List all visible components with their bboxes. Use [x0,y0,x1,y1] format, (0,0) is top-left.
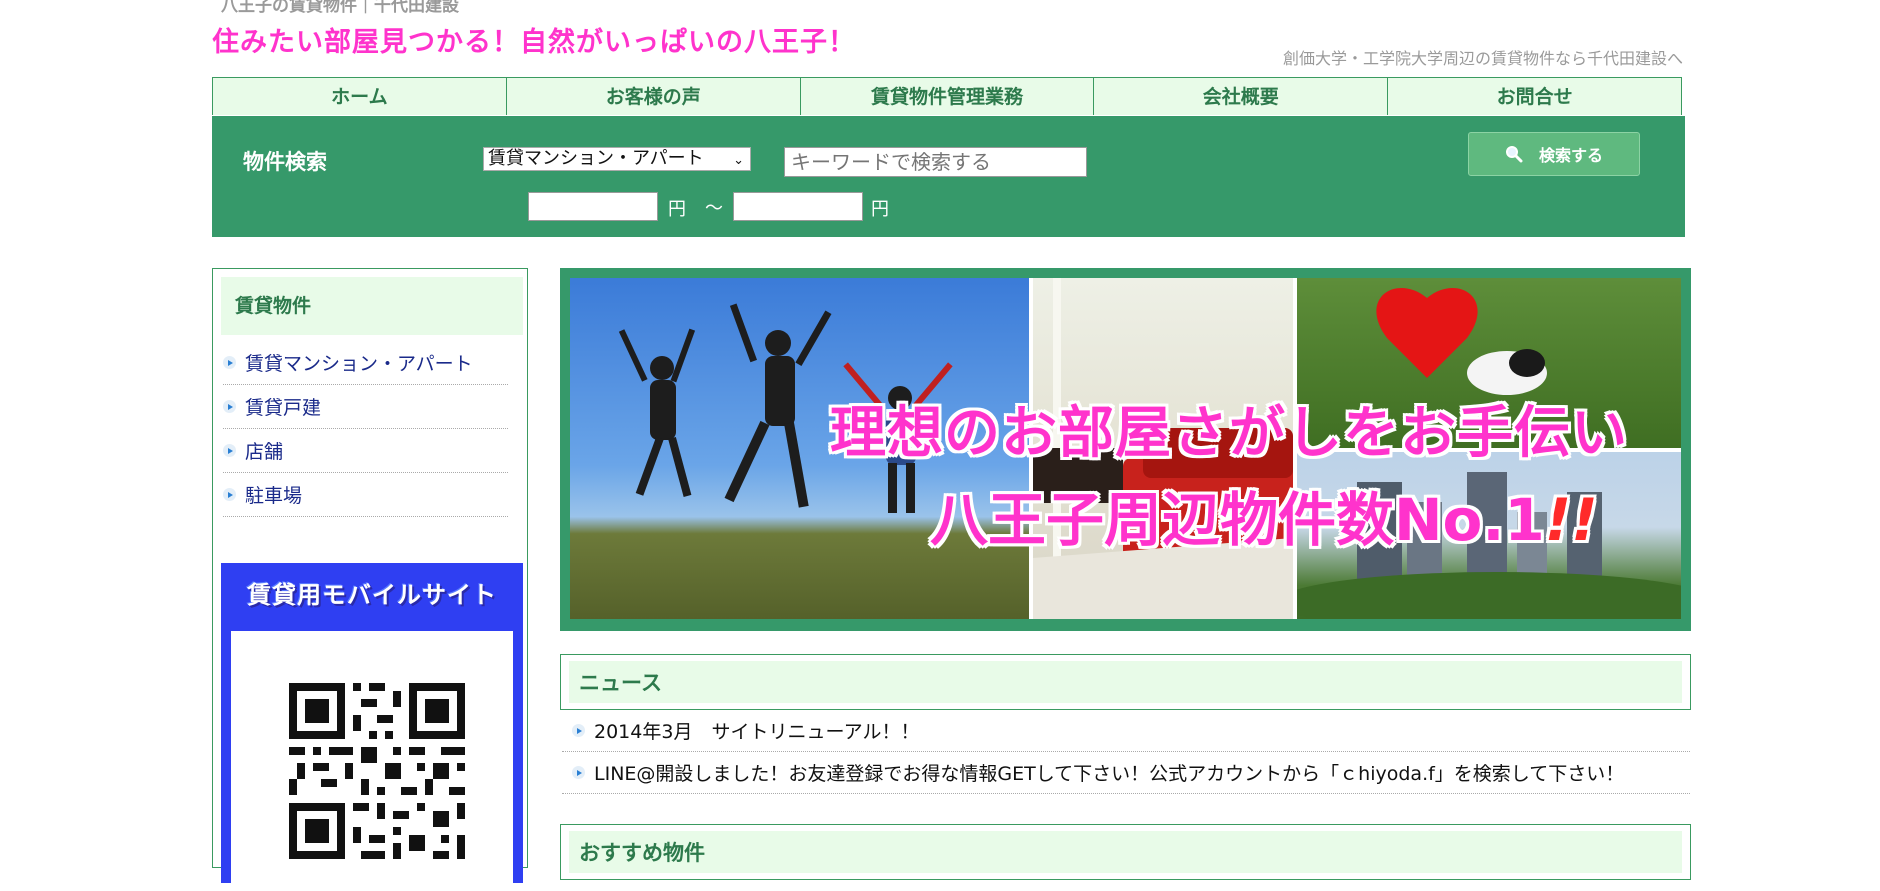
chevron-down-icon: ⌄ [733,153,744,168]
arrow-bullet-icon [223,444,236,457]
price-max-input[interactable] [733,192,863,221]
news-section-header: ニュース [560,654,1691,710]
arrow-bullet-icon [572,724,585,737]
search-button-label: 検索する [1538,146,1603,165]
recommended-heading: おすすめ物件 [569,831,1682,873]
yen-label-max: 円 [871,199,889,220]
property-type-value: 賃貸マンション・アパート [488,148,704,169]
banner-headline-2: 八王子周辺物件数No.1!! [930,473,1598,557]
banner-exclamation: !! [1544,486,1598,554]
sidebar-list: 賃貸マンション・アパート 賃貸戸建 店舗 駐車場 [223,341,508,517]
news-item-text: 2014年3月 サイトリニューアル！！ [594,721,920,743]
arrow-bullet-icon [572,766,585,779]
sidebar: 賃貸物件 賃貸マンション・アパート 賃貸戸建 店舗 駐車場 賃貸用モバイルサイト [212,268,528,891]
price-range-separator: ～ [705,198,723,219]
keyword-search-input[interactable] [784,147,1087,177]
sidebar-item-label: 賃貸マンション・アパート [245,353,473,375]
arrow-bullet-icon [223,400,236,413]
recommended-section-header: おすすめ物件 [560,824,1691,880]
header-right-text: 創価大学・工学院大学周辺の賃貸物件なら千代田建設へ [1282,49,1683,68]
arrow-bullet-icon [223,356,236,369]
news-list: 2014年3月 サイトリニューアル！！ LINE@開設しました！お友達登録でお得… [562,710,1690,794]
magnifier-icon [1505,146,1523,163]
price-min-input[interactable] [528,192,658,221]
mobile-site-title: 賃貸用モバイルサイト [247,581,497,609]
sidebar-item-parking[interactable]: 駐車場 [223,473,508,517]
news-item[interactable]: 2014年3月 サイトリニューアル！！ [562,710,1690,752]
sidebar-item-house[interactable]: 賃貸戸建 [223,385,508,429]
qr-code-panel [231,631,513,891]
sidebar-item-store[interactable]: 店舗 [223,429,508,473]
news-heading: ニュース [569,661,1682,703]
nav-property-management[interactable]: 賃貸物件管理業務 [799,78,1094,115]
qr-code-image [289,683,465,859]
hero-banner[interactable]: 理想のお部屋さがしをお手伝い 八王子周辺物件数No.1!! [560,268,1691,631]
nav-customer-voice[interactable]: お客様の声 [505,78,800,115]
news-item[interactable]: LINE@開設しました！お友達登録でお得な情報GETして下さい！公式アカウントか… [562,752,1690,794]
nav-home[interactable]: ホーム [213,78,506,115]
property-type-select[interactable]: 賃貸マンション・アパート ⌄ [483,147,751,171]
search-title: 物件検索 [243,150,327,174]
sidebar-heading: 賃貸物件 [221,277,523,335]
site-top-tag: 八王子の賃貸物件｜千代田建設 [221,0,459,16]
sidebar-item-label: 賃貸戸建 [245,397,322,419]
search-button[interactable]: 検索する [1468,132,1640,176]
news-item-text: LINE@開設しました！お友達登録でお得な情報GETして下さい！公式アカウントか… [594,763,1625,785]
banner-headline-2-text: 八王子周辺物件数No.1 [930,486,1545,554]
sidebar-item-mansion[interactable]: 賃貸マンション・アパート [223,341,508,385]
site-tagline[interactable]: 住みたい部屋見つかる！自然がいっぱいの八王子！ [212,20,856,59]
property-search-bar: 物件検索 賃貸マンション・アパート ⌄ 検索する 円 ～ 円 [212,116,1685,237]
yen-label-min: 円 [668,199,686,220]
mobile-site-banner[interactable]: 賃貸用モバイルサイト [221,563,523,891]
arrow-bullet-icon [223,488,236,501]
sidebar-item-label: 店舗 [245,441,284,463]
hero-banner-image: 理想のお部屋さがしをお手伝い 八王子周辺物件数No.1!! [570,278,1681,619]
banner-headline-1: 理想のお部屋さがしをお手伝い [830,401,1628,466]
sidebar-item-label: 駐車場 [245,485,303,507]
nav-company[interactable]: 会社概要 [1093,78,1387,115]
main-nav: ホーム お客様の声 賃貸物件管理業務 会社概要 お問合せ [212,77,1682,115]
nav-contact[interactable]: お問合せ [1387,78,1681,115]
